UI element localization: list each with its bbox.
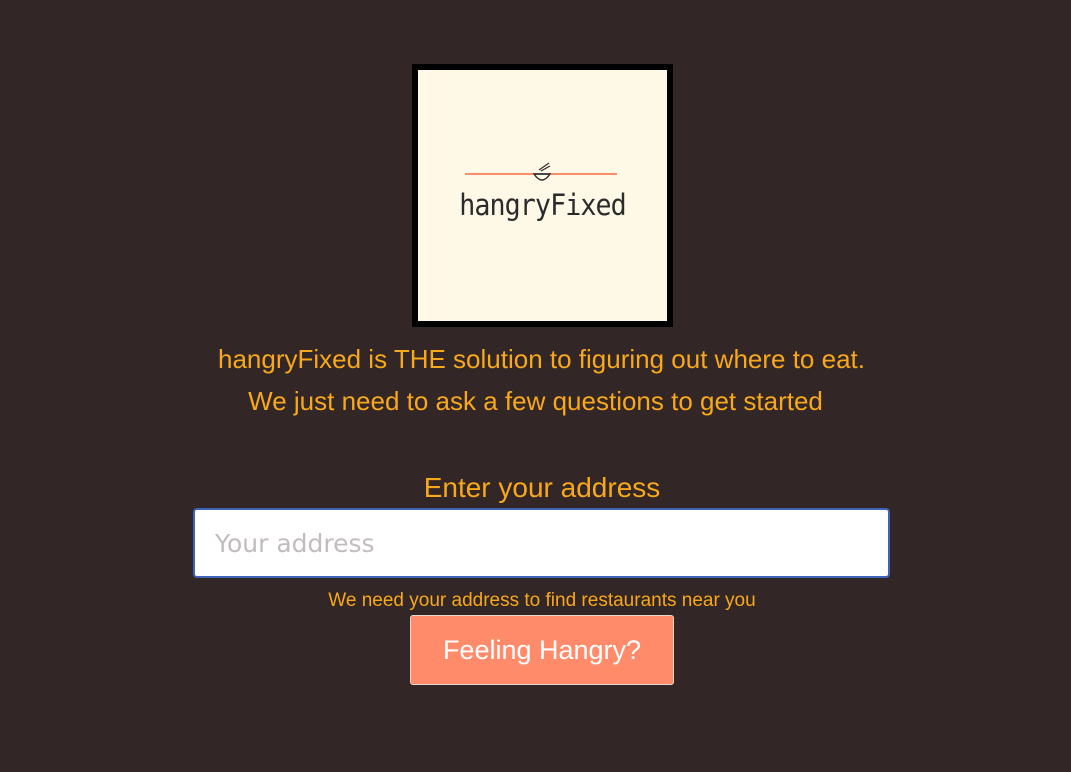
address-help-text: We need your address to find restaurants…: [328, 590, 756, 611]
intro-line-1: hangryFixed is THE solution to figuring …: [218, 344, 865, 374]
logo: hangryFixed: [412, 64, 673, 327]
address-label: Enter your address: [423, 472, 661, 503]
address-input[interactable]: [193, 508, 890, 578]
intro-line-2: We just need to ask a few questions to g…: [248, 386, 823, 416]
landing-page: hangryFixed hangryFixed is THE solution …: [0, 0, 1071, 772]
logo-wordmark: hangryFixed: [459, 188, 626, 222]
feeling-hangry-button[interactable]: Feeling Hangry?: [410, 615, 674, 685]
